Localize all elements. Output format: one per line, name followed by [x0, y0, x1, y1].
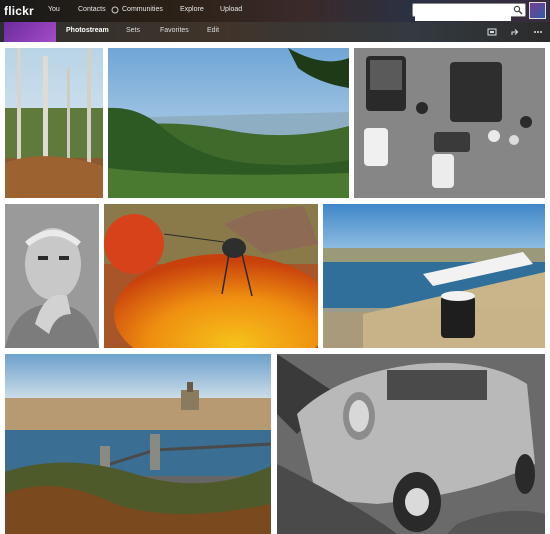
flickr-logo[interactable]: flickr	[4, 4, 34, 18]
photo-butterfly-marigold[interactable]	[104, 204, 318, 348]
photo-man-portrait[interactable]	[5, 204, 99, 348]
photostream-subnav: Photostream Sets Favorites Edit	[0, 22, 550, 42]
share-icon[interactable]	[510, 27, 520, 37]
more-icon[interactable]	[533, 27, 543, 37]
tab-favorites[interactable]: Favorites	[160, 27, 189, 34]
tab-edit[interactable]: Edit	[207, 27, 219, 34]
nav-item-you[interactable]: You	[48, 6, 60, 13]
tab-sets[interactable]: Sets	[126, 27, 140, 34]
communities-icon	[111, 6, 119, 14]
nav-item-explore[interactable]: Explore	[180, 6, 204, 13]
photo-street-carts-bw[interactable]	[354, 48, 545, 198]
search-icon[interactable]	[513, 5, 523, 15]
photo-budapest-chain-bridge[interactable]	[5, 354, 271, 534]
photo-birch-forest[interactable]	[5, 48, 103, 198]
tab-photostream[interactable]: Photostream	[66, 27, 109, 34]
profile-avatar[interactable]	[529, 2, 546, 19]
top-navigation-bar: flickr You Contacts Communities Explore …	[0, 0, 550, 22]
nav-item-upload[interactable]: Upload	[220, 6, 242, 13]
user-buddy-icon[interactable]	[4, 22, 56, 42]
photo-valley-landscape[interactable]	[108, 48, 349, 198]
nav-item-contacts[interactable]: Contacts	[78, 6, 106, 13]
search-input[interactable]	[412, 3, 526, 21]
nav-item-communities[interactable]: Communities	[122, 6, 163, 13]
photo-riverside-ferry[interactable]	[323, 204, 545, 348]
photo-abandoned-car-bw[interactable]	[277, 354, 545, 534]
search-field[interactable]	[415, 10, 511, 21]
slideshow-icon[interactable]	[487, 27, 497, 37]
